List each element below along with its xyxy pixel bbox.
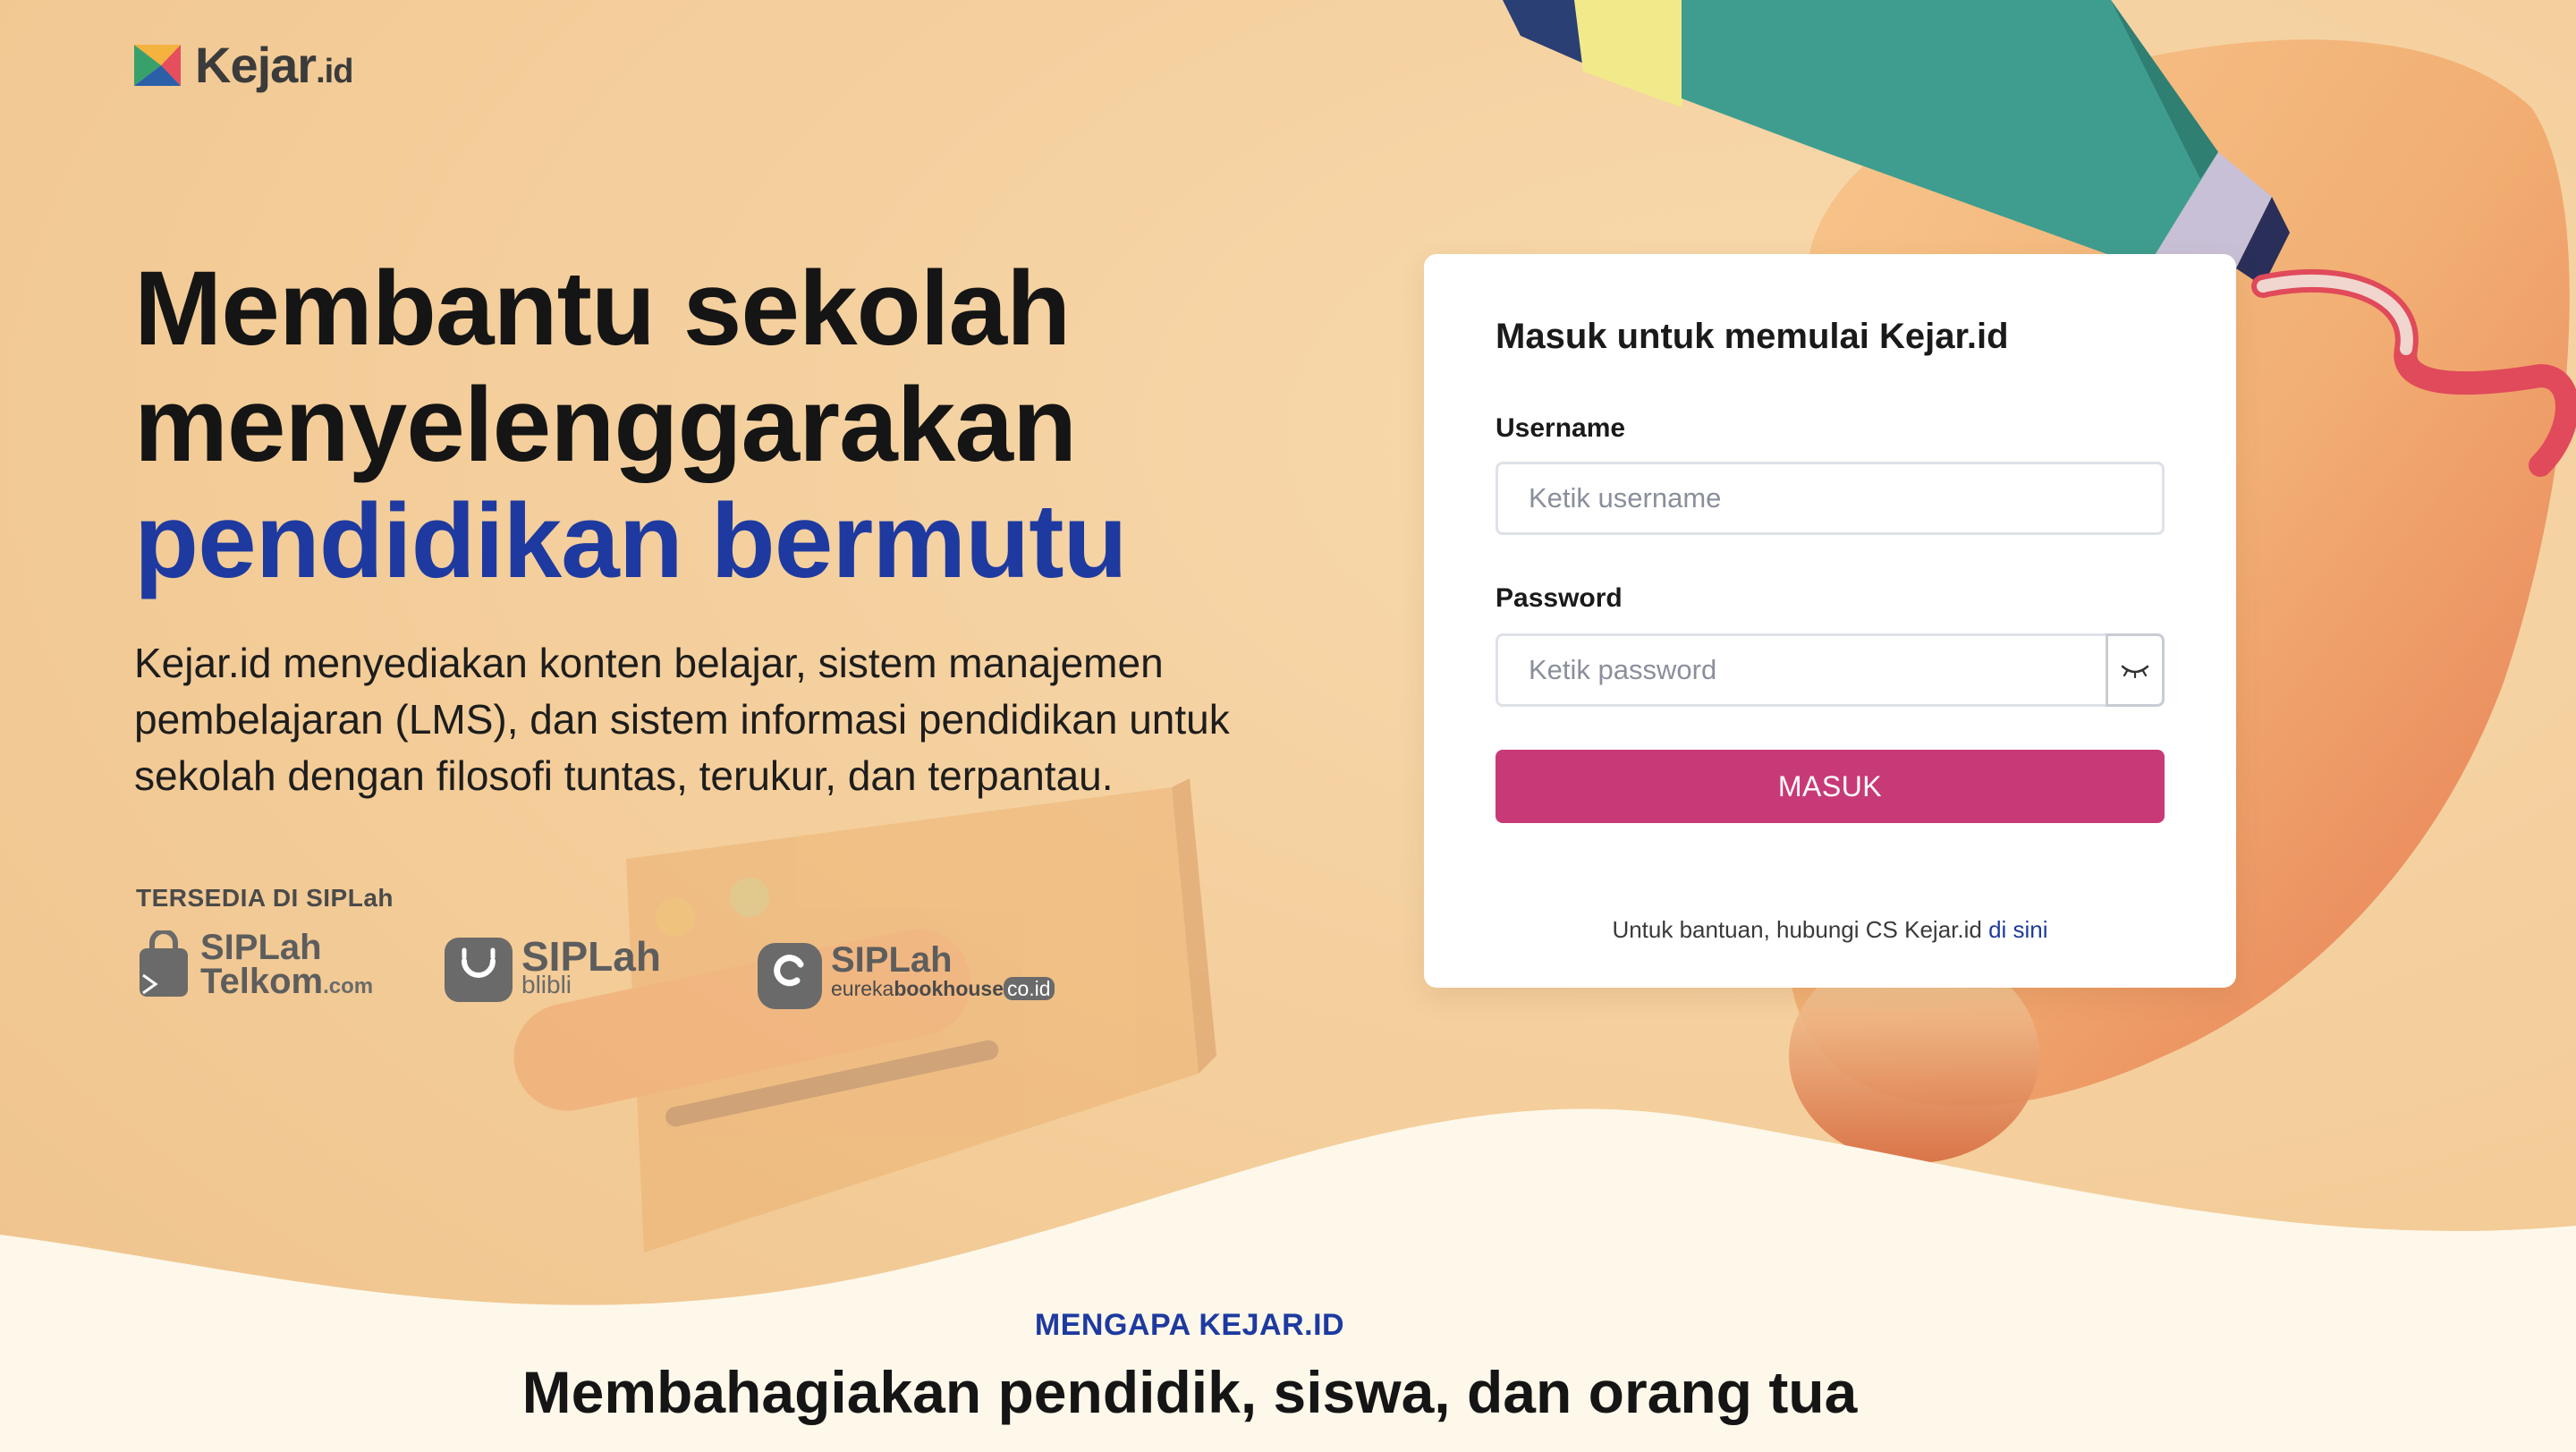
- hero-section: Membantu sekolah menyelenggarakan pendid…: [134, 250, 1297, 804]
- brand-logo[interactable]: Kejar.id: [134, 36, 353, 94]
- username-input[interactable]: [1496, 462, 2165, 535]
- eureka-logo-icon: [758, 943, 822, 1009]
- partner-logos: SIPLah Telkom.com SIPLah blibli SIPLah e…: [136, 930, 1084, 1011]
- why-title: Membahagiakan pendidik, siswa, dan orang…: [521, 1359, 1858, 1425]
- password-label: Password: [1496, 583, 1623, 613]
- hero-line-2: menyelenggarakan: [134, 366, 1077, 484]
- kejar-logo-icon: [134, 44, 181, 86]
- help-link[interactable]: di sini: [1988, 916, 2047, 943]
- partner-siplah-eureka[interactable]: SIPLah eurekabookhouse co.id: [758, 934, 1055, 1009]
- password-input[interactable]: [1496, 633, 2165, 707]
- partner-3-bottom: eurekabookhouse co.id: [831, 977, 1055, 1000]
- shopping-bag-icon: [140, 930, 188, 997]
- username-label: Username: [1496, 413, 1626, 443]
- hero-line-1: Membantu sekolah: [134, 250, 1071, 368]
- brand-name: Kejar.id: [195, 37, 353, 93]
- partner-1-top: SIPLah: [200, 928, 322, 967]
- smile-bag-icon: [445, 938, 513, 1002]
- login-submit-button[interactable]: MASUK: [1496, 750, 2165, 823]
- partner-1-bottom: Telkom.com: [200, 962, 374, 1001]
- hero-accent: pendidikan bermutu: [134, 482, 1128, 600]
- partner-3-top: SIPLah: [831, 940, 953, 980]
- eye-closed-icon: [2121, 665, 2149, 679]
- login-title: Masuk untuk memulai Kejar.id: [1496, 317, 2009, 356]
- partner-siplah-telkom[interactable]: SIPLah Telkom.com: [136, 928, 374, 1001]
- help-text: Untuk bantuan, hubungi CS Kejar.id di si…: [1612, 916, 2048, 943]
- why-eyebrow: MENGAPA KEJAR.ID: [1034, 1308, 1345, 1342]
- partner-2-top: SIPLah: [521, 933, 661, 980]
- toggle-password-visibility-button[interactable]: [2106, 633, 2165, 707]
- siplah-section: TERSEDIA DI SIPLah: [136, 884, 394, 913]
- hero-heading: Membantu sekolah menyelenggarakan pendid…: [134, 250, 1297, 599]
- hero-description: Kejar.id menyediakan konten belajar, sis…: [134, 640, 1230, 799]
- partner-siplah-blibli[interactable]: SIPLah blibli: [445, 934, 661, 1002]
- login-card: Masuk untuk memulai Kejar.id Username Pa…: [1424, 254, 2236, 988]
- siplah-label: TERSEDIA DI SIPLah: [136, 884, 394, 912]
